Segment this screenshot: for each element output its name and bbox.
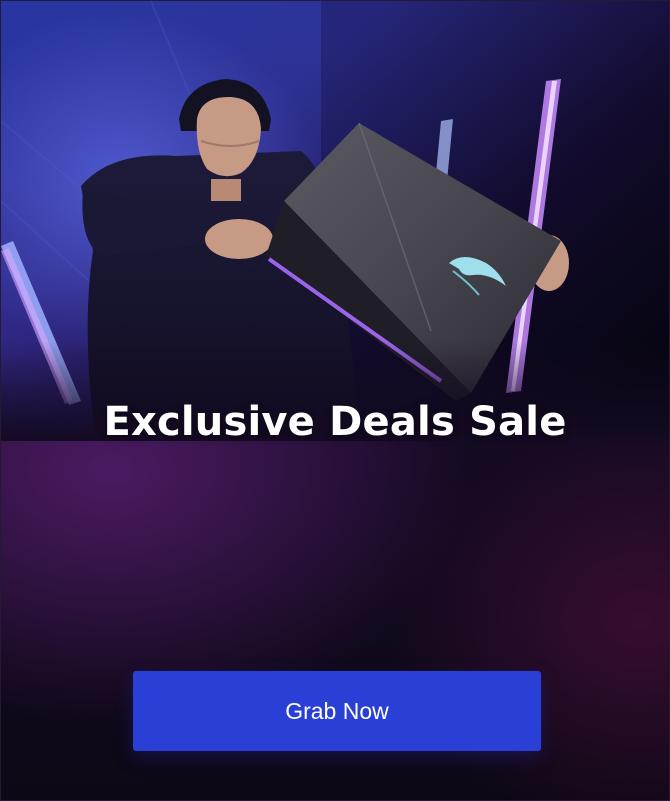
grab-now-button[interactable]: Grab Now — [133, 671, 541, 751]
promo-banner: Exclusive Deals Sale Grab Now — [0, 0, 670, 801]
banner-title: Exclusive Deals Sale — [103, 399, 567, 445]
hero-image — [1, 1, 669, 441]
